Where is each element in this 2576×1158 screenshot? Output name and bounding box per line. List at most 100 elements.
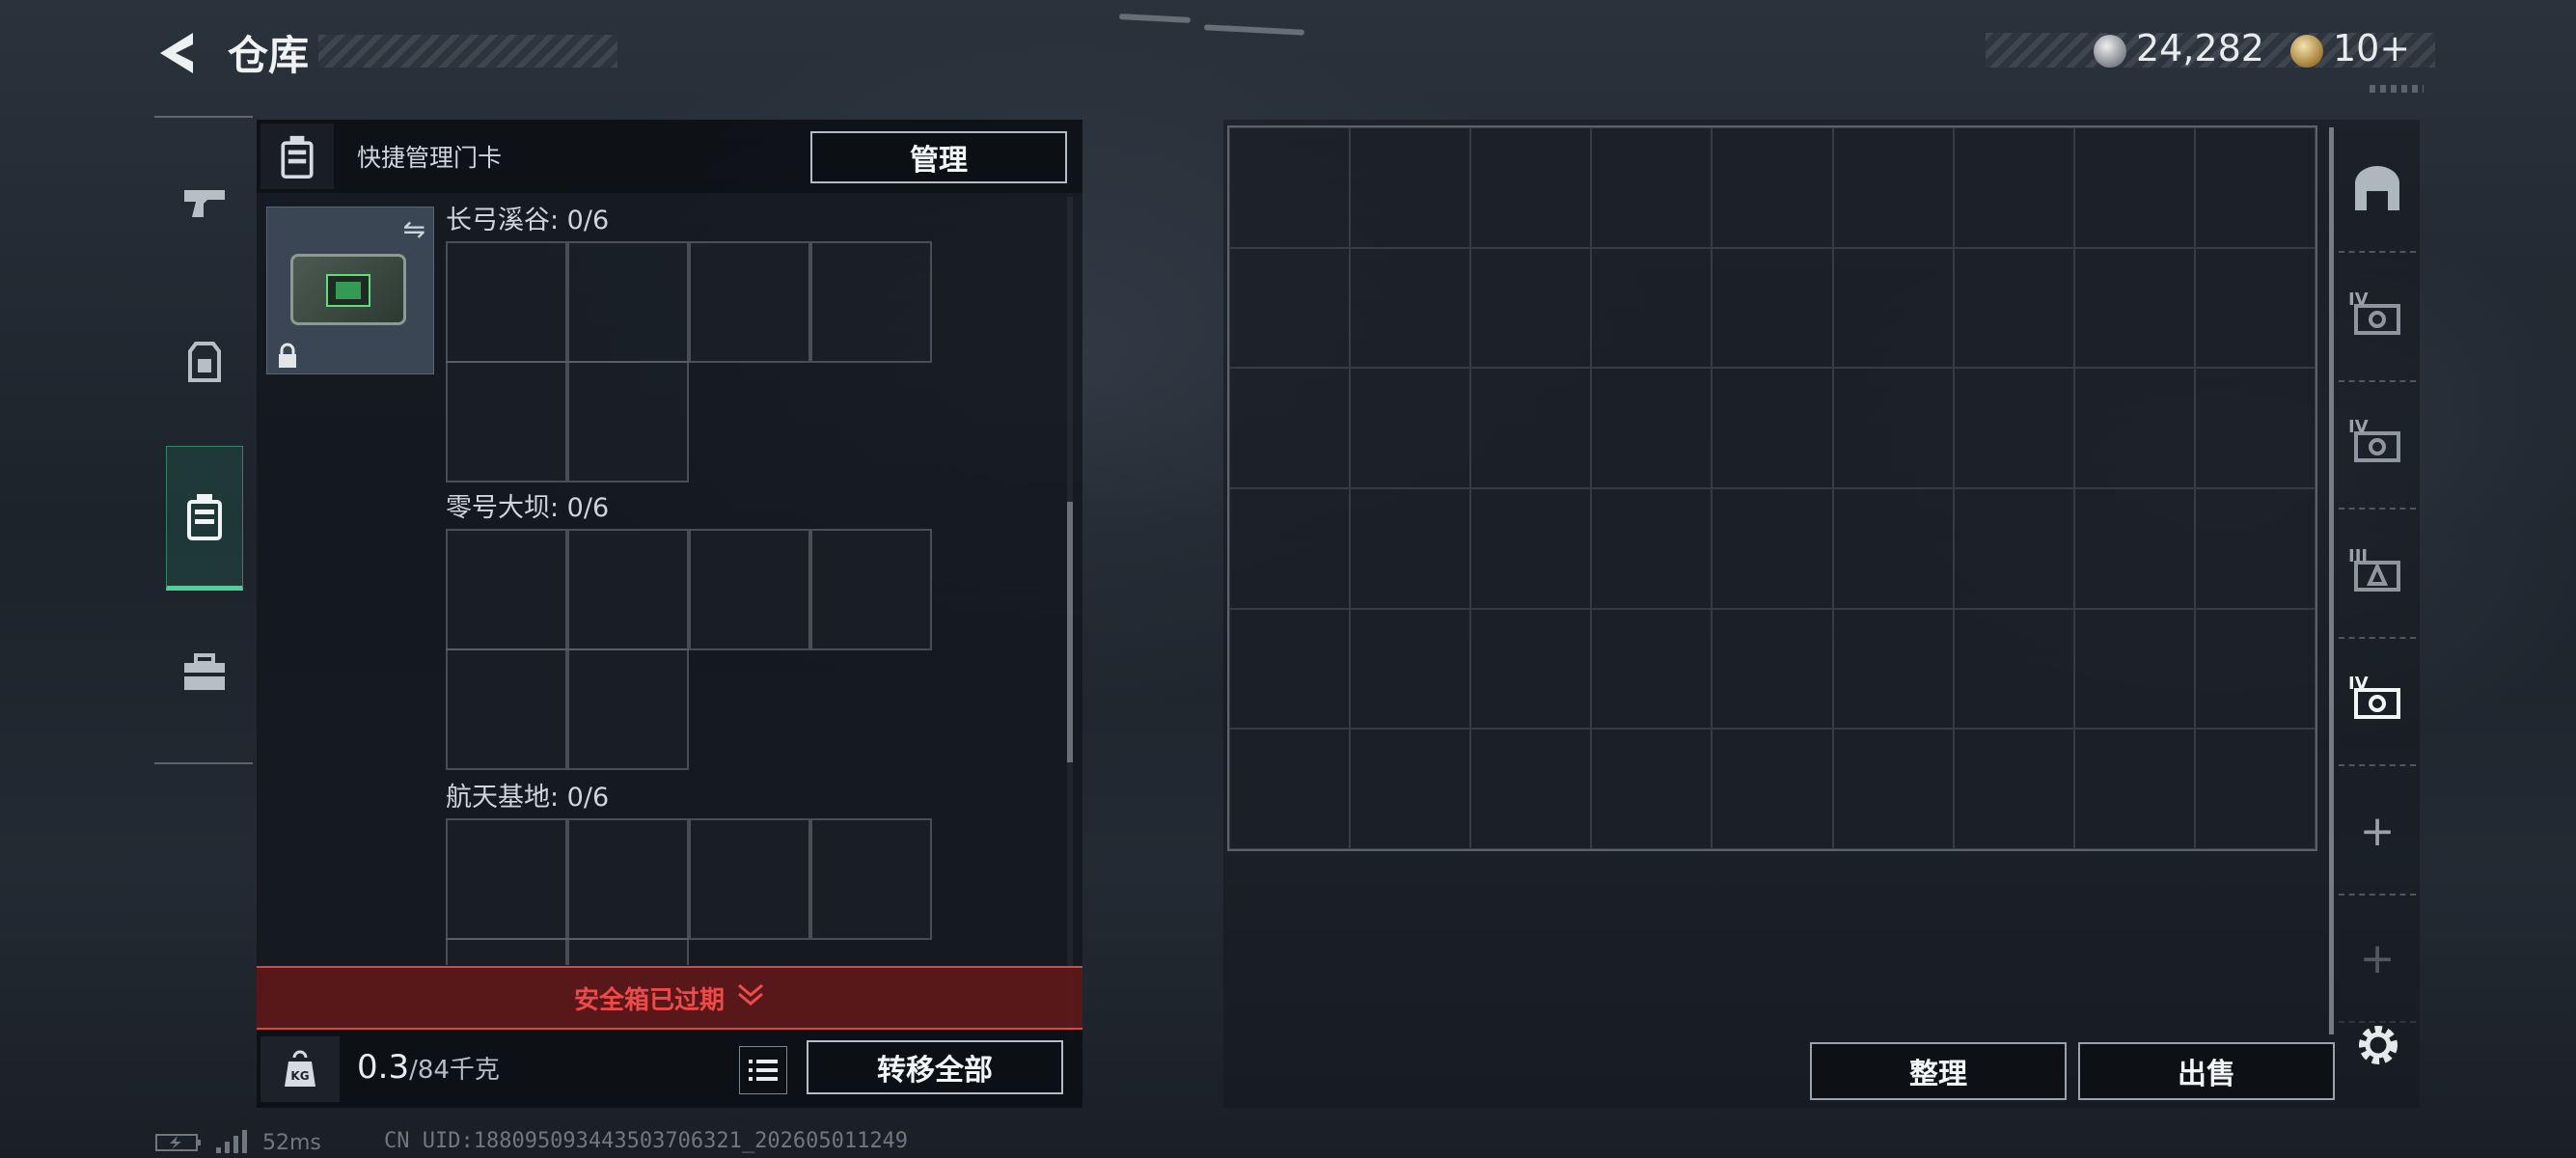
panel-scrollbar[interactable]: [1067, 197, 1073, 1046]
grid-cell[interactable]: [446, 648, 567, 770]
grid-cell[interactable]: [567, 529, 689, 650]
grid-cell[interactable]: [689, 241, 810, 363]
sell-button[interactable]: 出售: [2078, 1042, 2335, 1100]
stash-cell[interactable]: [1712, 488, 1833, 609]
stash-cell[interactable]: [2194, 488, 2316, 609]
tab-stash-iv-active[interactable]: IV: [2339, 639, 2416, 766]
rail-item-weapons[interactable]: [166, 131, 243, 276]
stash-cell[interactable]: [1470, 127, 1592, 248]
stash-cell[interactable]: [1832, 247, 1954, 369]
stash-cell[interactable]: [2194, 729, 2316, 849]
stash-cell[interactable]: [1591, 247, 1713, 369]
grid-cell[interactable]: [810, 529, 932, 650]
grid-cell[interactable]: [689, 529, 810, 650]
stash-cell[interactable]: [1591, 608, 1713, 730]
stash-cell[interactable]: [2073, 368, 2195, 488]
stash-cell[interactable]: [1470, 488, 1592, 609]
grid-cell[interactable]: [567, 648, 689, 770]
grid-cell[interactable]: [810, 818, 932, 940]
back-button[interactable]: [154, 29, 201, 77]
grid-cell[interactable]: [567, 241, 689, 363]
stash-scrollbar[interactable]: [2329, 127, 2334, 1034]
stash-cell[interactable]: [1953, 488, 2074, 609]
grid-cell[interactable]: [567, 818, 689, 940]
stash-cell[interactable]: [1350, 368, 1471, 488]
stash-cell[interactable]: [1712, 368, 1833, 488]
stash-cell[interactable]: [2073, 247, 2195, 369]
grid-cell[interactable]: [446, 938, 567, 965]
stash-cell[interactable]: [1470, 729, 1592, 849]
sort-button[interactable]: 整理: [1810, 1042, 2067, 1100]
safe-box-expired-banner[interactable]: 安全箱已过期: [257, 966, 1082, 1030]
stash-grid[interactable]: [1227, 125, 2317, 851]
stash-cell[interactable]: [1832, 368, 1954, 488]
stash-cell[interactable]: [1832, 488, 1954, 609]
grid-cell[interactable]: [446, 818, 567, 940]
stash-cell[interactable]: [1350, 608, 1471, 730]
stash-cell[interactable]: [2194, 247, 2316, 369]
stash-cell[interactable]: [1350, 729, 1471, 849]
stash-cell[interactable]: [2073, 729, 2195, 849]
stash-cell[interactable]: [1591, 729, 1713, 849]
stash-cell[interactable]: [2073, 488, 2195, 609]
stash-cell[interactable]: [2073, 608, 2195, 730]
tab-add-stash[interactable]: +: [2339, 768, 2416, 896]
rail-item-safe-box[interactable]: [166, 446, 243, 591]
stash-cell[interactable]: [1591, 127, 1713, 248]
stash-cell[interactable]: [1350, 127, 1471, 248]
transfer-all-button[interactable]: 转移全部: [807, 1040, 1063, 1094]
stash-cell[interactable]: [1953, 729, 2074, 849]
list-view-button[interactable]: [739, 1046, 787, 1094]
stash-cell[interactable]: [1229, 247, 1351, 369]
stash-cell[interactable]: [2194, 608, 2316, 730]
stash-cell[interactable]: [1229, 608, 1351, 730]
tab-stash-iv-2[interactable]: IV: [2339, 382, 2416, 510]
swap-arrows-icon[interactable]: ⇋: [403, 213, 425, 245]
grid-cell[interactable]: [567, 361, 689, 482]
grid-cell[interactable]: [810, 241, 932, 363]
stash-cell[interactable]: [1832, 127, 1954, 248]
weight-readout: 0.3/84千克: [357, 1048, 500, 1087]
stash-cell[interactable]: [1591, 488, 1713, 609]
tab-stash-iii[interactable]: III: [2339, 511, 2416, 639]
rail-item-equipment[interactable]: [166, 290, 243, 434]
gold-coin-value[interactable]: 10+: [2333, 27, 2410, 69]
stash-cell[interactable]: [1832, 729, 1954, 849]
tab-stash-iv-1[interactable]: IV: [2339, 255, 2416, 382]
gold-coin-icon[interactable]: [2290, 35, 2323, 68]
manage-button[interactable]: 管理: [810, 131, 1067, 183]
stash-cell[interactable]: [1350, 488, 1471, 609]
stash-cell[interactable]: [1712, 127, 1833, 248]
stash-cell[interactable]: [1591, 368, 1713, 488]
stash-cell[interactable]: [1470, 247, 1592, 369]
stash-cell[interactable]: [1953, 127, 2074, 248]
stash-cell[interactable]: [1712, 608, 1833, 730]
stash-cell[interactable]: [1712, 247, 1833, 369]
stash-cell[interactable]: [1470, 608, 1592, 730]
scroll-thumb[interactable]: [1067, 502, 1073, 762]
stash-cell[interactable]: [1832, 608, 1954, 730]
stash-cell[interactable]: [1712, 729, 1833, 849]
rail-item-tools[interactable]: [166, 600, 243, 745]
stash-cell[interactable]: [1953, 608, 2074, 730]
stash-cell[interactable]: [1229, 729, 1351, 849]
stash-cell[interactable]: [1953, 368, 2074, 488]
grid-cell[interactable]: [446, 241, 567, 363]
stash-cell[interactable]: [2073, 127, 2195, 248]
tab-home-stash[interactable]: [2339, 125, 2416, 253]
stash-cell[interactable]: [1229, 488, 1351, 609]
stash-cell[interactable]: [1229, 368, 1351, 488]
stash-cell[interactable]: [2194, 127, 2316, 248]
grid-cell[interactable]: [446, 529, 567, 650]
tab-add-stash-disabled[interactable]: +: [2339, 896, 2416, 1023]
stash-cell[interactable]: [1229, 127, 1351, 248]
stash-cell[interactable]: [1350, 247, 1471, 369]
grid-cell[interactable]: [567, 938, 689, 965]
keycard-slot[interactable]: ⇋: [266, 207, 434, 374]
stash-cell[interactable]: [2194, 368, 2316, 488]
grid-cell[interactable]: [689, 818, 810, 940]
stash-cell[interactable]: [1953, 247, 2074, 369]
grid-cell[interactable]: [446, 361, 567, 482]
settings-gear-icon[interactable]: [2354, 1021, 2402, 1069]
stash-cell[interactable]: [1470, 368, 1592, 488]
